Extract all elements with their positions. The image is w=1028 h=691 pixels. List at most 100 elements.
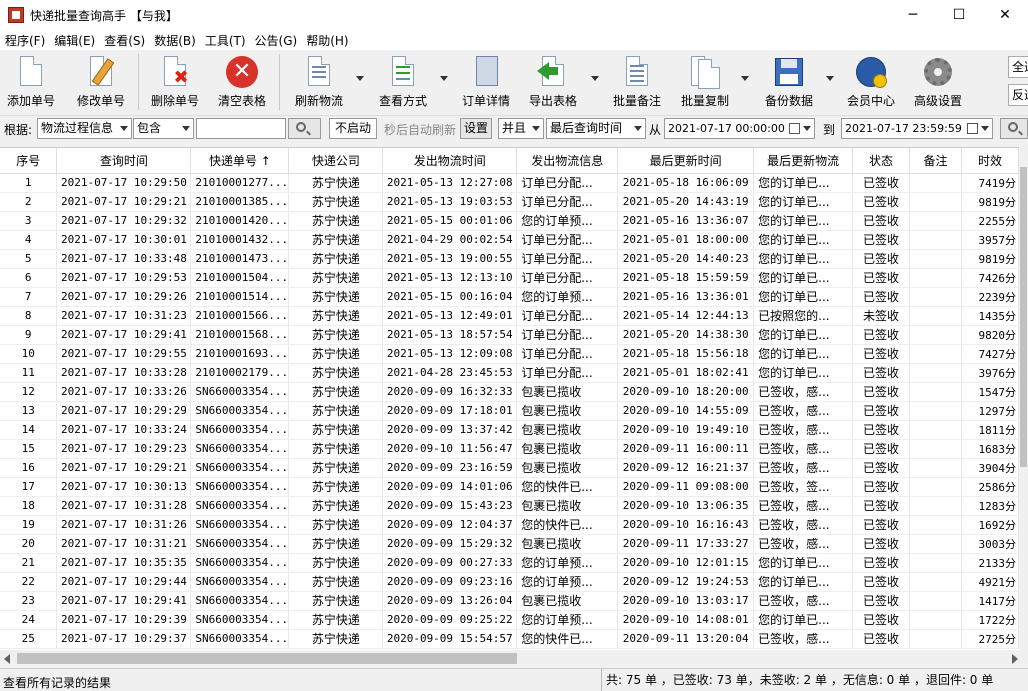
table-row[interactable]: 52021-07-17 10:33:4821010001473...苏宁快递20…: [0, 249, 1019, 268]
cell-col-last-update-info: 您的订单已...: [754, 230, 853, 249]
advanced-settings-button[interactable]: 高级设置: [911, 54, 965, 112]
header-col-last-update-time[interactable]: 最后更新时间: [618, 148, 754, 173]
table-row[interactable]: 132021-07-17 10:29:29SN660003354...苏宁快递2…: [0, 401, 1019, 420]
backup-data-button[interactable]: 备份数据: [762, 54, 816, 112]
to-datetime-picker[interactable]: 2021-07-17 23:59:59: [841, 118, 993, 139]
order-detail-button[interactable]: 订单详情: [459, 54, 513, 112]
table-row[interactable]: 252021-07-17 10:29:37SN660003354...苏宁快递2…: [0, 629, 1019, 648]
cell-col-status: 已签收: [853, 268, 910, 287]
header-col-duration[interactable]: 时效: [961, 148, 1018, 173]
menu-announcement[interactable]: 公告(G): [250, 32, 302, 49]
table-row[interactable]: 162021-07-17 10:29:21SN660003354...苏宁快递2…: [0, 458, 1019, 477]
select-all-button[interactable]: 全选: [1008, 56, 1028, 78]
auto-refresh-select[interactable]: 不启动: [329, 118, 377, 139]
export-table-button[interactable]: 导出表格: [526, 54, 580, 112]
header-col-query-time[interactable]: 查询时间: [57, 148, 191, 173]
export-dropdown-arrow[interactable]: [591, 76, 599, 81]
invert-select-button[interactable]: 反选: [1008, 84, 1028, 106]
table-row[interactable]: 242021-07-17 10:29:39SN660003354...苏宁快递2…: [0, 610, 1019, 629]
table-row[interactable]: 122021-07-17 10:33:26SN660003354...苏宁快递2…: [0, 382, 1019, 401]
cell-col-status: 已签收: [853, 192, 910, 211]
table-row[interactable]: 42021-07-17 10:30:0121010001432...苏宁快递20…: [0, 230, 1019, 249]
table-row[interactable]: 202021-07-17 10:31:21SN660003354...苏宁快递2…: [0, 534, 1019, 553]
cell-col-status: 已签收: [853, 325, 910, 344]
header-col-ship-time[interactable]: 发出物流时间: [383, 148, 517, 173]
menu-view[interactable]: 查看(S): [99, 32, 149, 49]
menu-data[interactable]: 数据(B): [149, 32, 200, 49]
add-number-button[interactable]: 添加单号: [4, 54, 58, 112]
table-row[interactable]: 112021-07-17 10:33:2821010002179...苏宁快递2…: [0, 363, 1019, 382]
header-col-courier[interactable]: 快递公司: [289, 148, 383, 173]
menu-program[interactable]: 程序(F): [0, 32, 49, 49]
title-bar[interactable]: 快递批量查询高手 【与我】 ─ ☐ ✕: [0, 0, 1028, 30]
time-field-select[interactable]: 最后查询时间: [546, 118, 646, 139]
table-row[interactable]: 232021-07-17 10:29:41SN660003354...苏宁快递2…: [0, 591, 1019, 610]
table-row[interactable]: 212021-07-17 10:35:35SN660003354...苏宁快递2…: [0, 553, 1019, 572]
table-row[interactable]: 182021-07-17 10:31:28SN660003354...苏宁快递2…: [0, 496, 1019, 515]
table-row[interactable]: 92021-07-17 10:29:4121010001568...苏宁快递20…: [0, 325, 1019, 344]
results-table[interactable]: 序号查询时间快递单号 ↑快递公司发出物流时间发出物流信息最后更新时间最后更新物流…: [0, 147, 1019, 650]
header-col-last-update-info[interactable]: 最后更新物流: [754, 148, 853, 173]
view-mode-dropdown-arrow[interactable]: [440, 76, 448, 81]
keyword-input[interactable]: [196, 118, 286, 139]
from-datetime-picker[interactable]: 2021-07-17 00:00:00: [664, 118, 815, 139]
cell-col-status: 已签收: [853, 344, 910, 363]
table-row[interactable]: 32021-07-17 10:29:3221010001420...苏宁快递20…: [0, 211, 1019, 230]
scroll-right-arrow-icon[interactable]: [1012, 654, 1018, 664]
table-row[interactable]: 62021-07-17 10:29:5321010001504...苏宁快递20…: [0, 268, 1019, 287]
batch-note-button[interactable]: 批量备注: [610, 54, 664, 112]
table-row[interactable]: 222021-07-17 10:29:44SN660003354...苏宁快递2…: [0, 572, 1019, 591]
settings-button[interactable]: 设置: [460, 118, 492, 139]
table-row[interactable]: 12021-07-17 10:29:5021010001277...苏宁快递20…: [0, 173, 1019, 192]
header-col-note[interactable]: 备注: [910, 148, 962, 173]
member-center-button[interactable]: 会员中心: [844, 54, 898, 112]
header-col-ship-info[interactable]: 发出物流信息: [517, 148, 618, 173]
table-row[interactable]: 152021-07-17 10:29:23SN660003354...苏宁快递2…: [0, 439, 1019, 458]
table-row[interactable]: 172021-07-17 10:30:13SN660003354...苏宁快递2…: [0, 477, 1019, 496]
refresh-logistics-button[interactable]: 刷新物流: [292, 54, 346, 112]
results-grid[interactable]: 序号查询时间快递单号 ↑快递公司发出物流时间发出物流信息最后更新时间最后更新物流…: [0, 148, 1019, 649]
batch-copy-button[interactable]: 批量复制: [678, 54, 732, 112]
table-row[interactable]: 22021-07-17 10:29:2121010001385...苏宁快递20…: [0, 192, 1019, 211]
table-row[interactable]: 142021-07-17 10:33:24SN660003354...苏宁快递2…: [0, 420, 1019, 439]
maximize-button[interactable]: ☐: [936, 0, 982, 30]
backup-dropdown-arrow[interactable]: [826, 76, 834, 81]
edit-number-button[interactable]: 修改单号: [74, 54, 128, 112]
field-select[interactable]: 物流过程信息: [37, 118, 132, 139]
cell-col-index: 3: [0, 211, 57, 230]
menu-edit[interactable]: 编辑(E): [49, 32, 99, 49]
batch-copy-dropdown-arrow[interactable]: [741, 76, 749, 81]
table-body: 12021-07-17 10:29:5021010001277...苏宁快递20…: [0, 173, 1019, 648]
view-mode-button[interactable]: 查看方式: [376, 54, 430, 112]
horizontal-scroll-thumb[interactable]: [17, 653, 517, 664]
table-header-row: 序号查询时间快递单号 ↑快递公司发出物流时间发出物流信息最后更新时间最后更新物流…: [0, 148, 1019, 173]
menu-help[interactable]: 帮助(H): [301, 32, 352, 49]
table-row[interactable]: 72021-07-17 10:29:2621010001514...苏宁快递20…: [0, 287, 1019, 306]
minimize-button[interactable]: ─: [890, 0, 936, 30]
close-button[interactable]: ✕: [982, 0, 1028, 30]
header-col-index[interactable]: 序号: [0, 148, 57, 173]
search-button[interactable]: [288, 118, 321, 139]
header-col-status[interactable]: 状态: [853, 148, 910, 173]
delete-number-button[interactable]: ✖ 删除单号: [148, 54, 202, 112]
cell-col-note: [910, 439, 962, 458]
cell-col-note: [910, 477, 962, 496]
time-search-button[interactable]: [1000, 118, 1028, 139]
operator-select[interactable]: 包含: [133, 118, 194, 139]
cell-col-note: [910, 211, 962, 230]
table-row[interactable]: 192021-07-17 10:31:26SN660003354...苏宁快递2…: [0, 515, 1019, 534]
cell-col-courier: 苏宁快递: [289, 344, 383, 363]
vertical-scroll-thumb[interactable]: [1020, 167, 1027, 467]
table-row[interactable]: 102021-07-17 10:29:5521010001693...苏宁快递2…: [0, 344, 1019, 363]
refresh-dropdown-arrow[interactable]: [356, 76, 364, 81]
menu-tools[interactable]: 工具(T): [200, 32, 250, 49]
table-row[interactable]: 82021-07-17 10:31:2321010001566...苏宁快递20…: [0, 306, 1019, 325]
horizontal-scrollbar[interactable]: [0, 650, 1028, 667]
vertical-scrollbar[interactable]: [1019, 147, 1028, 650]
cell-col-duration: 1297分: [961, 401, 1018, 420]
cell-col-tracking-number: 21010001432...: [191, 230, 289, 249]
logic-select[interactable]: 并且: [498, 118, 544, 139]
clear-table-button[interactable]: ✕ 清空表格: [215, 54, 269, 112]
header-col-tracking-number[interactable]: 快递单号 ↑: [191, 148, 289, 173]
scroll-left-arrow-icon[interactable]: [4, 654, 10, 664]
